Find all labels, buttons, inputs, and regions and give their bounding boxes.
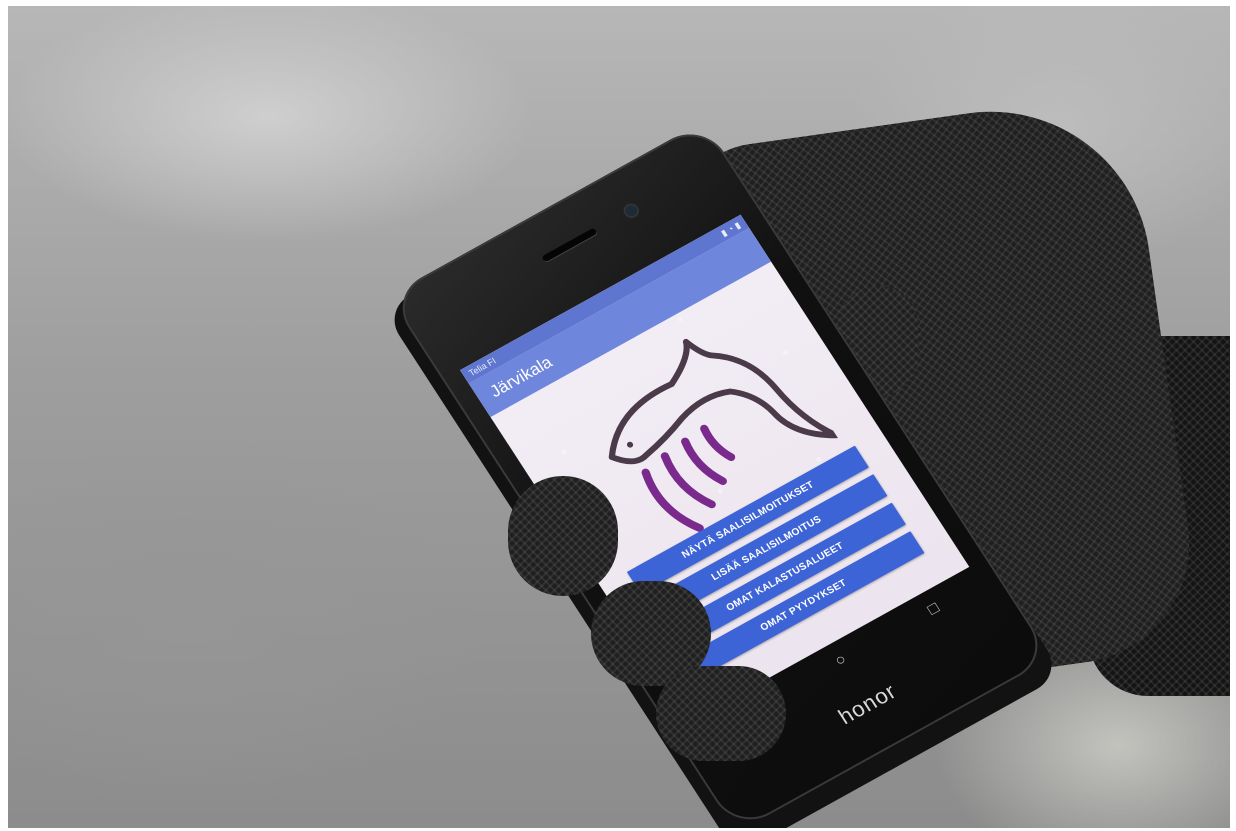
glove-finger-1 — [508, 476, 618, 596]
glove-finger-3 — [656, 666, 786, 761]
earpiece-speaker — [541, 227, 598, 263]
photo-background: Telia FI ▮ ◔ ▮ Järvikala NÄYTÄ SAALISILM… — [8, 6, 1230, 828]
front-camera — [623, 203, 640, 219]
home-icon[interactable]: ○ — [832, 651, 850, 671]
recent-apps-icon[interactable]: □ — [925, 599, 943, 619]
